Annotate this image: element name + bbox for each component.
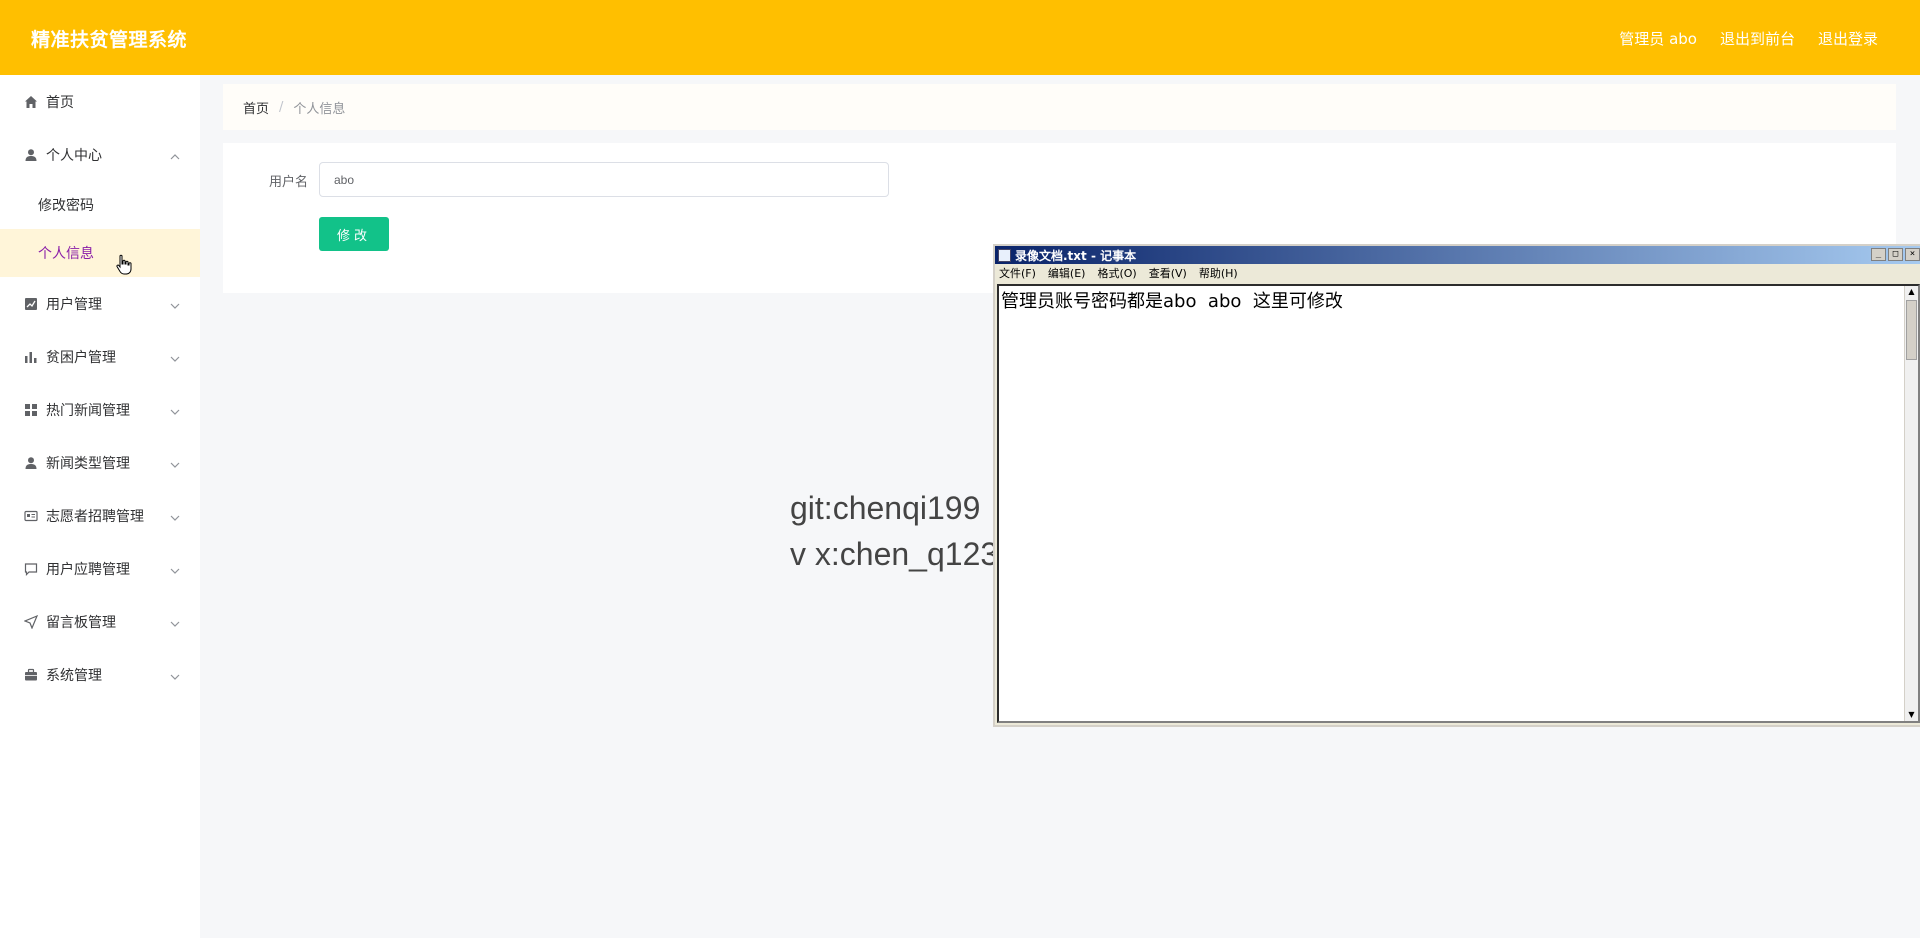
sidebar-item-message-board-management[interactable]: 留言板管理 (0, 595, 200, 648)
sidebar-item-user-application-management[interactable]: 用户应聘管理 (0, 542, 200, 595)
notepad-icon (998, 248, 1011, 262)
sidebar-item-user-management[interactable]: 用户管理 (0, 277, 200, 330)
bar-chart-icon (24, 350, 38, 364)
notepad-menubar: 文件(F) 编辑(E) 格式(O) 查看(V) 帮助(H) (995, 264, 1920, 282)
sidebar-subitem-change-password[interactable]: 修改密码 (0, 181, 200, 229)
notepad-window: 录像文档.txt - 记事本 _ □ × 文件(F) 编辑(E) 格式(O) 查… (993, 244, 1920, 727)
menu-edit[interactable]: 编辑(E) (1048, 265, 1086, 281)
chevron-down-icon (170, 352, 180, 362)
sidebar-item-personal-center[interactable]: 个人中心 (0, 128, 200, 181)
maximize-icon[interactable]: □ (1888, 248, 1903, 261)
grid-icon (24, 403, 38, 417)
chart-box-icon (24, 297, 38, 311)
sidebar-item-label: 系统管理 (46, 667, 102, 684)
id-card-icon (24, 509, 38, 523)
sidebar-item-label: 留言板管理 (46, 614, 116, 631)
minimize-icon[interactable]: _ (1871, 248, 1886, 261)
menu-file[interactable]: 文件(F) (999, 265, 1036, 281)
chevron-down-icon (170, 670, 180, 680)
chevron-up-icon (170, 150, 180, 160)
modify-button[interactable]: 修改 (319, 217, 389, 251)
sidebar-item-label: 新闻类型管理 (46, 455, 130, 472)
breadcrumb-current: 个人信息 (293, 101, 346, 117)
breadcrumb-home[interactable]: 首页 (243, 98, 269, 117)
menu-format[interactable]: 格式(O) (1097, 265, 1136, 281)
chevron-down-icon (170, 617, 180, 627)
username-input[interactable] (319, 162, 889, 197)
top-links: 管理员 abo 退出到前台 退出登录 (1619, 28, 1878, 49)
sidebar-item-label: 用户应聘管理 (46, 561, 130, 578)
breadcrumb-separator: / (279, 99, 284, 115)
close-icon[interactable]: × (1905, 248, 1920, 261)
sidebar-item-label: 用户管理 (46, 296, 102, 313)
chevron-down-icon (170, 511, 180, 521)
menu-view[interactable]: 查看(V) (1149, 265, 1187, 281)
sidebar-item-system-management[interactable]: 系统管理 (0, 648, 200, 701)
sidebar-item-home[interactable]: 首页 (0, 75, 200, 128)
sidebar-item-poor-household-management[interactable]: 贫困户管理 (0, 330, 200, 383)
sidebar-item-label: 热门新闻管理 (46, 402, 130, 419)
briefcase-icon (24, 668, 38, 682)
sidebar-item-label: 志愿者招聘管理 (46, 508, 144, 525)
scroll-down-icon[interactable]: ▼ (1905, 709, 1918, 721)
sidebar-item-volunteer-recruitment-management[interactable]: 志愿者招聘管理 (0, 489, 200, 542)
sidebar-item-label: 贫困户管理 (46, 349, 116, 366)
notepad-titlebar[interactable]: 录像文档.txt - 记事本 _ □ × (995, 246, 1920, 264)
sidebar-item-label: 首页 (46, 94, 74, 111)
window-controls: _ □ × (1871, 248, 1920, 261)
breadcrumb: 首页 / 个人信息 (223, 84, 1896, 130)
chat-icon (24, 562, 38, 576)
username-label: 用户名 (269, 175, 309, 190)
sidebar-item-hot-news-management[interactable]: 热门新闻管理 (0, 383, 200, 436)
chevron-down-icon (170, 458, 180, 468)
chevron-down-icon (170, 299, 180, 309)
scroll-up-icon[interactable]: ▲ (1905, 286, 1918, 298)
notepad-content: 管理员账号密码都是abo abo 这里可修改 (1001, 291, 1343, 312)
notepad-title: 录像文档.txt - 记事本 (1015, 248, 1137, 263)
send-icon (24, 614, 38, 629)
chevron-down-icon (170, 564, 180, 574)
user-icon (24, 148, 38, 162)
sidebar-subitem-personal-info[interactable]: 个人信息 (0, 229, 200, 277)
user-icon (24, 456, 38, 470)
top-header: 精准扶贫管理系统 管理员 abo 退出到前台 退出登录 (0, 0, 1920, 75)
scroll-thumb[interactable] (1906, 300, 1917, 360)
chevron-down-icon (170, 405, 180, 415)
frontend-link[interactable]: 退出到前台 (1720, 28, 1795, 49)
logout-link[interactable]: 退出登录 (1818, 28, 1878, 49)
menu-help[interactable]: 帮助(H) (1199, 265, 1238, 281)
admin-label[interactable]: 管理员 abo (1619, 28, 1697, 49)
sidebar: 首页 个人中心 修改密码 个人信息 用户管理 贫困户管理 热门新闻管理 新闻类型… (0, 75, 200, 938)
app-title: 精准扶贫管理系统 (31, 29, 188, 51)
sidebar-item-label: 个人中心 (46, 147, 102, 164)
home-icon (24, 95, 38, 109)
sidebar-item-news-type-management[interactable]: 新闻类型管理 (0, 436, 200, 489)
notepad-scrollbar[interactable]: ▲ ▼ (1904, 286, 1918, 721)
notepad-text-area[interactable]: 管理员账号密码都是abo abo 这里可修改 ▲ ▼ (997, 284, 1920, 723)
hand-cursor-icon (116, 254, 132, 275)
